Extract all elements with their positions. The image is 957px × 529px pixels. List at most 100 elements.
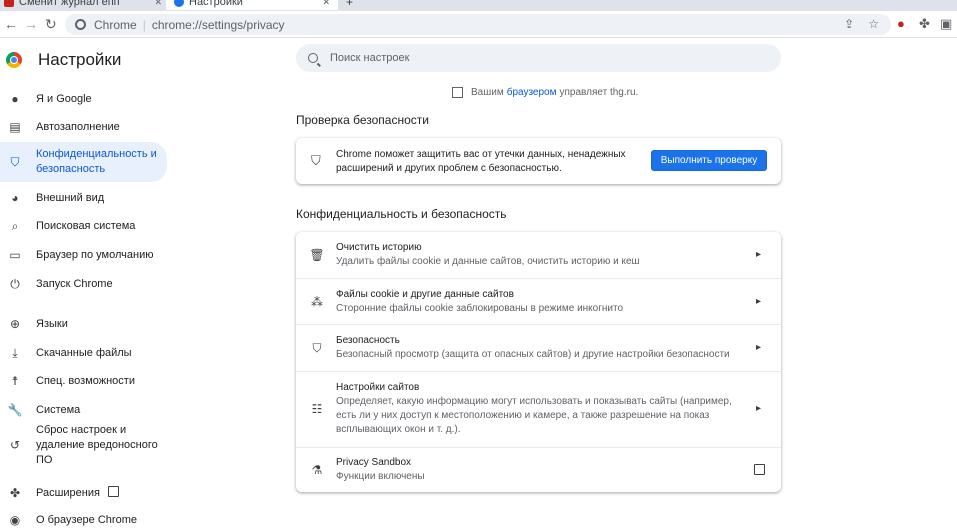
tune-icon: ☷ — [311, 402, 323, 416]
row-subtitle: Сторонние файлы cookie заблокированы в р… — [336, 303, 624, 314]
tab-journal[interactable]: Сменит журнал епп ✕ — [0, 0, 170, 10]
chevron-right-icon: ▸ — [755, 296, 761, 307]
row-privacy-sandbox[interactable]: ⚗ Privacy Sandbox Функции включены — [296, 447, 781, 492]
chevron-right-icon: ▸ — [755, 403, 761, 414]
settings-search[interactable]: Поиск настроек — [296, 44, 781, 72]
open-in-new-icon — [107, 485, 119, 497]
managed-suffix: управляет thg.ru. — [559, 87, 639, 98]
settings-favicon-icon — [174, 0, 184, 7]
site-info-icon[interactable] — [75, 19, 86, 30]
chrome-label: Chrome — [94, 17, 137, 32]
side-panel-icon[interactable]: ▣ — [940, 16, 952, 32]
safety-check-card: ⛉ Chrome поможет защитить вас от утечки … — [296, 138, 781, 184]
download-icon: ⤓ — [12, 345, 18, 360]
building-icon — [452, 87, 463, 98]
chevron-right-icon: ▸ — [755, 342, 761, 353]
sidebar-item-autofill[interactable]: ▤ Автозаполнение — [0, 118, 167, 136]
favicon-icon — [4, 0, 14, 7]
sidebar-item-label: Запуск Chrome — [36, 277, 113, 290]
extension-icon[interactable]: ● — [897, 16, 905, 31]
sidebar-item-privacy[interactable]: ⛉ Конфиденциальность и безопасность — [0, 142, 167, 182]
sidebar-item-label: Языки — [36, 317, 68, 330]
url-text[interactable]: chrome://settings/privacy — [152, 18, 285, 32]
shield-icon: ⛉ — [10, 154, 20, 169]
chrome-icon: ◉ — [9, 513, 21, 527]
sidebar-item-label: Сброс настроек и удаление вредоносного П… — [36, 423, 158, 466]
safety-check-text: Chrome поможет защитить вас от утечки да… — [336, 149, 626, 174]
sidebar-item-default-browser[interactable]: ▭ Браузер по умолчанию — [0, 246, 167, 264]
managed-prefix: Вашим — [471, 87, 504, 98]
managed-browser-link[interactable]: браузером — [507, 87, 557, 98]
close-icon[interactable]: ✕ — [154, 0, 162, 10]
row-title: Настройки сайтов — [336, 382, 420, 393]
row-subtitle: Безопасный просмотр (защита от опасных с… — [336, 349, 730, 360]
sidebar-item-appearance[interactable]: ◕ Внешний вид — [0, 189, 167, 207]
row-title: Очистить историю — [336, 242, 422, 253]
tab-strip: Сменит журнал епп ✕ Настройки ✕ + — [0, 0, 957, 11]
sidebar-item-label: Внешний вид — [36, 191, 105, 204]
puzzle-icon: ✤ — [9, 486, 21, 500]
trash-icon: 🗑 — [309, 248, 325, 262]
puzzle-icon[interactable]: ✤ — [919, 16, 930, 32]
url-separator: | — [142, 17, 146, 32]
row-title: Файлы cookie и другие данные сайтов — [336, 289, 514, 300]
row-clear-history[interactable]: 🗑 Очистить историю Удалить файлы cookie … — [296, 232, 781, 278]
page-title: Настройки — [38, 50, 122, 69]
shield-check-icon: ⛉ — [311, 153, 321, 168]
sidebar-item-on-startup[interactable]: ⏻ Запуск Chrome — [0, 275, 167, 293]
toolbar: ← → ↻ Chrome | chrome://settings/privacy… — [0, 11, 957, 38]
sidebar-item-label: Скачанные файлы — [36, 346, 132, 359]
bookmark-star-icon[interactable]: ☆ — [868, 17, 879, 31]
sidebar-item-label: Конфиденциальность и безопасность — [36, 148, 157, 175]
back-icon[interactable]: ← — [4, 16, 18, 32]
autofill-icon: ▤ — [9, 120, 21, 134]
cookie-icon: ⁂ — [311, 295, 323, 309]
sidebar-item-system[interactable]: 🔧 Система — [0, 401, 167, 419]
chevron-right-icon: ▸ — [755, 249, 761, 260]
safety-check-title: Проверка безопасности — [296, 113, 429, 127]
reset-icon: ↺ — [9, 438, 21, 452]
search-input[interactable]: Поиск настроек — [330, 52, 409, 64]
forward-icon[interactable]: → — [24, 16, 38, 32]
sidebar-item-accessibility[interactable]: ☨ Спец. возможности — [0, 372, 167, 390]
tab-label: Настройки — [189, 0, 243, 8]
address-bar[interactable]: Chrome | chrome://settings/privacy ⇪ ☆ — [65, 14, 891, 35]
run-safety-check-button[interactable]: Выполнить проверку — [651, 150, 767, 171]
share-icon[interactable]: ⇪ — [844, 17, 854, 31]
chrome-logo-icon — [6, 52, 22, 68]
row-title: Безопасность — [336, 335, 400, 346]
sidebar-item-label: Автозаполнение — [36, 120, 120, 133]
close-icon[interactable]: ✕ — [322, 0, 330, 10]
open-in-new-icon — [754, 464, 765, 475]
sidebar-item-label: Поисковая система — [36, 219, 136, 232]
globe-icon: ⊕ — [9, 317, 21, 331]
palette-icon: ◕ — [11, 191, 19, 205]
sidebar-item-languages[interactable]: ⊕ Языки — [0, 315, 167, 333]
row-subtitle: Удалить файлы cookie и данные сайтов, оч… — [336, 256, 640, 267]
new-tab-icon[interactable]: + — [346, 0, 353, 9]
sidebar-item-search-engine[interactable]: ⌕ Поисковая система — [0, 217, 167, 235]
brand: Настройки — [6, 50, 121, 70]
managed-notice: Вашим браузером управляет thg.ru. — [452, 87, 638, 98]
sidebar-item-about-chrome[interactable]: ◉ О браузере Chrome — [0, 511, 167, 529]
sidebar-item-you-and-google[interactable]: ● Я и Google — [0, 90, 167, 108]
browser-icon: ▭ — [9, 248, 21, 262]
person-icon: ● — [11, 92, 19, 106]
sidebar: Настройки ● Я и Google ▤ Автозаполнение … — [0, 38, 175, 527]
tab-settings[interactable]: Настройки ✕ — [166, 0, 338, 10]
row-subtitle: Функции включены — [336, 471, 425, 482]
search-icon — [308, 53, 318, 63]
sidebar-item-reset[interactable]: ↺ Сброс настроек и удаление вредоносного… — [0, 424, 167, 466]
row-title: Privacy Sandbox — [336, 457, 412, 468]
reload-icon[interactable]: ↻ — [45, 16, 57, 32]
sidebar-item-downloads[interactable]: ⤓ Скачанные файлы — [0, 344, 167, 362]
sidebar-item-label: Система — [36, 403, 81, 416]
privacy-section-title: Конфиденциальность и безопасность — [296, 207, 507, 221]
row-cookies[interactable]: ⁂ Файлы cookie и другие данные сайтов Ст… — [296, 278, 781, 324]
sidebar-item-extensions[interactable]: ✤ Расширения — [0, 484, 167, 502]
row-site-settings[interactable]: ☷ Настройки сайтов Определяет, какую инф… — [296, 371, 781, 447]
tab-label: Сменит журнал епп — [19, 0, 120, 8]
row-security[interactable]: ⛉ Безопасность Безопасный просмотр (защи… — [296, 324, 781, 371]
sidebar-item-label: О браузере Chrome — [36, 513, 137, 526]
shield-icon: ⛉ — [312, 340, 322, 355]
